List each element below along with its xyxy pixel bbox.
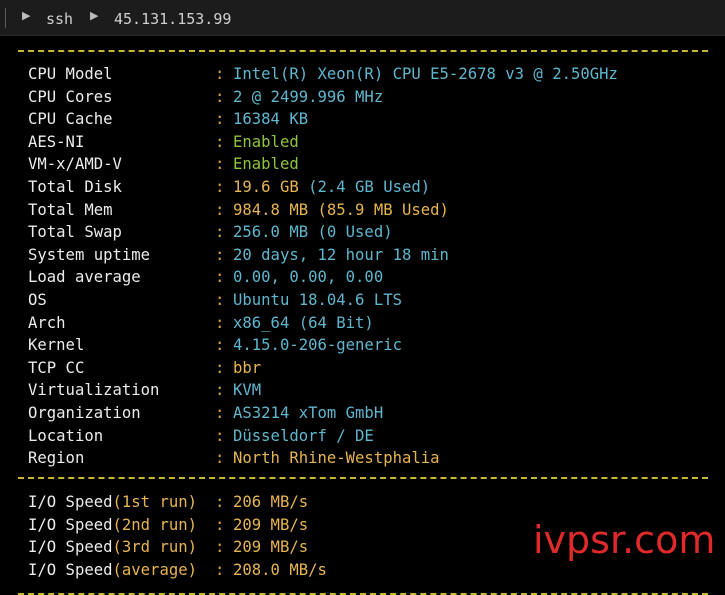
- info-separator: :: [215, 178, 225, 196]
- info-label: CPU Model: [28, 65, 113, 83]
- info-value: KVM: [233, 381, 262, 400]
- info-separator: :: [215, 200, 225, 219]
- info-value: x86_64 (64 Bit): [233, 313, 374, 332]
- info-label: Kernel: [28, 336, 85, 355]
- io-label: I/O Speed(average): [28, 559, 197, 581]
- info-label: OS: [28, 291, 47, 309]
- info-value: Enabled: [233, 132, 299, 151]
- info-separator: :: [215, 65, 225, 83]
- io-label: I/O Speed(1st run): [28, 491, 197, 513]
- info-value: Intel(R) Xeon(R) CPU E5-2678 v3 @ 2.50GH…: [233, 65, 618, 83]
- info-value: 2 @ 2499.996 MHz: [233, 87, 384, 106]
- info-separator: :: [215, 155, 225, 174]
- info-label: Load average: [28, 268, 141, 287]
- info-value: Ubuntu 18.04.6 LTS: [233, 291, 402, 309]
- chevron-right-icon: ▶: [90, 9, 99, 22]
- watermark-logo: ivpsr.com: [533, 518, 716, 562]
- info-label: Total Swap: [28, 223, 122, 242]
- info-separator: :: [215, 132, 225, 151]
- info-separator: :: [215, 336, 225, 355]
- info-value: 256.0 MB (0 Used): [233, 223, 393, 242]
- terminal-tab-bar: ▶ ssh ▶ 45.131.153.99: [0, 0, 725, 36]
- io-value: 208.0 MB/s: [233, 560, 327, 579]
- io-separator: :: [215, 493, 225, 511]
- io-label-run: (average): [112, 560, 198, 579]
- io-separator: :: [215, 538, 225, 557]
- info-value: 19.6 GB (2.4 GB Used): [233, 176, 430, 198]
- chevron-right-icon: ▶: [22, 9, 31, 22]
- io-label-prefix: I/O Speed: [28, 538, 113, 557]
- info-separator: :: [215, 268, 225, 287]
- info-label: Location: [28, 426, 104, 445]
- info-label: TCP CC: [28, 358, 85, 377]
- info-separator: :: [215, 449, 225, 468]
- io-label-prefix: I/O Speed: [28, 560, 113, 579]
- io-separator: :: [215, 515, 225, 534]
- info-label: Virtualization: [28, 381, 160, 400]
- io-label-run: (3rd run): [112, 538, 198, 557]
- info-label: CPU Cores: [28, 87, 113, 106]
- info-label: Organization: [28, 404, 141, 422]
- info-label: System uptime: [28, 245, 151, 264]
- info-separator: :: [215, 291, 225, 309]
- io-value: 206 MB/s: [233, 493, 309, 511]
- info-label: VM-x/AMD-V: [28, 155, 122, 174]
- info-value: 20 days, 12 hour 18 min: [233, 245, 449, 264]
- info-value: North Rhine-Westphalia: [233, 449, 440, 468]
- info-separator: :: [215, 87, 225, 106]
- info-separator: :: [215, 313, 225, 332]
- info-value: 16384 KB: [233, 110, 309, 129]
- info-value-main: 19.6 GB: [233, 178, 299, 196]
- io-value: 209 MB/s: [233, 515, 309, 534]
- io-label-prefix: I/O Speed: [28, 515, 113, 534]
- tab-divider: [5, 8, 6, 28]
- info-label: Arch: [28, 313, 66, 332]
- breadcrumb-host[interactable]: 45.131.153.99: [114, 10, 231, 28]
- io-label-prefix: I/O Speed: [28, 493, 113, 511]
- dashed-separator: [18, 50, 708, 52]
- info-separator: :: [215, 110, 225, 129]
- info-label: Total Mem: [28, 200, 113, 219]
- info-separator: :: [215, 426, 225, 445]
- io-label-run: (1st run): [112, 493, 198, 511]
- info-separator: :: [215, 358, 225, 377]
- info-value: 4.15.0-206-generic: [233, 336, 402, 355]
- info-value: Düsseldorf / DE: [233, 426, 374, 445]
- info-value: 0.00, 0.00, 0.00: [233, 268, 384, 287]
- io-label: I/O Speed(3rd run): [28, 536, 197, 558]
- info-separator: :: [215, 381, 225, 400]
- terminal-output[interactable]: CPU Model: Intel(R) Xeon(R) CPU E5-2678 v…: [0, 36, 725, 595]
- io-value: 209 MB/s: [233, 538, 309, 557]
- info-separator: :: [215, 404, 225, 422]
- info-label: Total Disk: [28, 178, 122, 196]
- info-separator: :: [215, 223, 225, 242]
- info-separator: :: [215, 245, 225, 264]
- info-value-extra: (2.4 GB Used): [298, 178, 431, 196]
- info-label: CPU Cache: [28, 110, 113, 129]
- io-label: I/O Speed(2nd run): [28, 514, 197, 536]
- dashed-separator: [18, 477, 708, 479]
- info-value: bbr: [233, 358, 262, 377]
- io-label-run: (2nd run): [112, 515, 198, 534]
- info-value: AS3214 xTom GmbH: [233, 404, 384, 422]
- breadcrumb-ssh[interactable]: ssh: [46, 10, 73, 28]
- io-separator: :: [215, 560, 225, 579]
- info-value: Enabled: [233, 155, 299, 174]
- info-label: Region: [28, 449, 85, 468]
- info-value: 984.8 MB (85.9 MB Used): [233, 200, 449, 219]
- info-label: AES-NI: [28, 132, 85, 151]
